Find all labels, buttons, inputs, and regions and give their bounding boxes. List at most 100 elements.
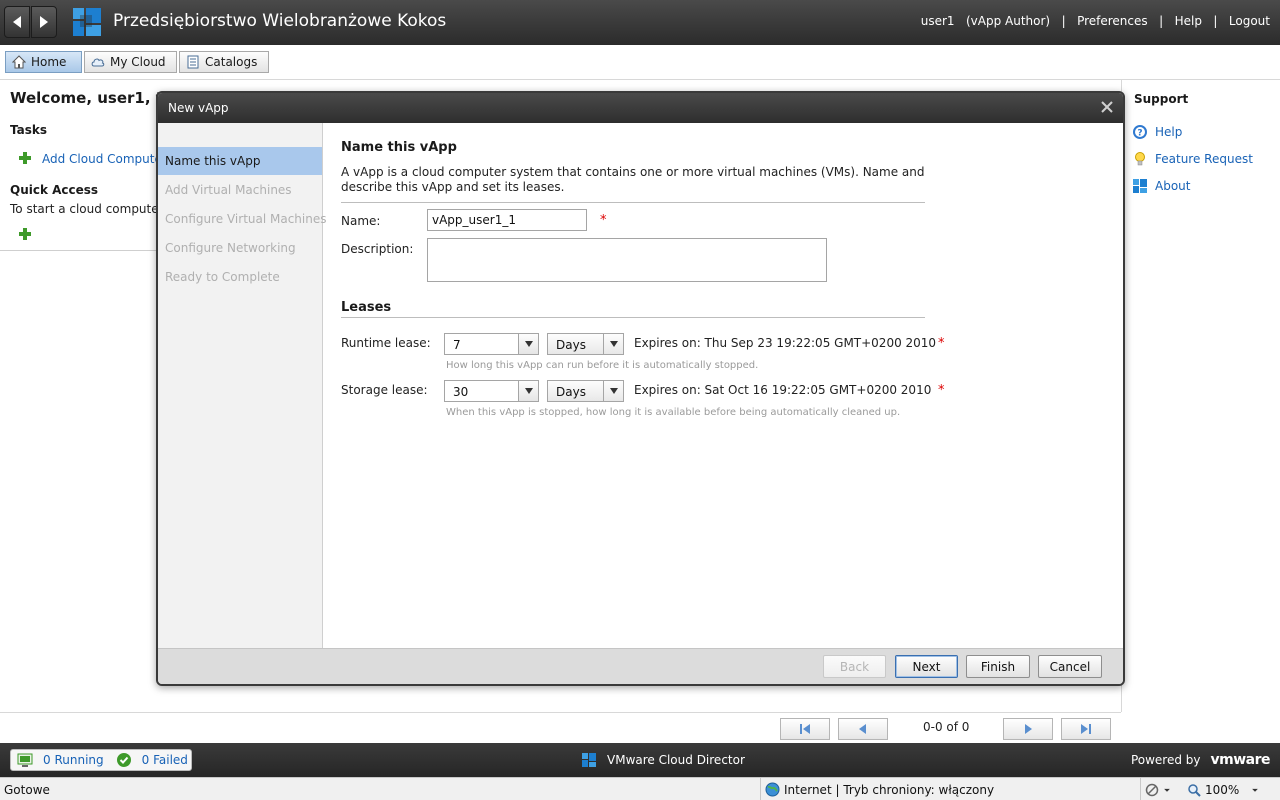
user-name: user1 — [920, 14, 955, 28]
previous-page-button[interactable] — [838, 718, 888, 740]
finish-button[interactable]: Finish — [966, 655, 1030, 678]
protected-mode-icon[interactable] — [1145, 783, 1159, 797]
vm-status-summary: 0 Running 0 Failed — [10, 749, 192, 771]
wizard-step-name-vapp[interactable]: Name this vApp — [158, 147, 322, 175]
runtime-lease-combobox[interactable]: 7 — [444, 333, 539, 355]
quick-access-heading: Quick Access — [10, 183, 99, 197]
tab-catalogs-label: Catalogs — [205, 55, 258, 69]
cancel-button[interactable]: Cancel — [1038, 655, 1102, 678]
tab-my-cloud-label: My Cloud — [110, 55, 166, 69]
security-zone[interactable]: Internet | Tryb chroniony: włączony — [760, 778, 994, 800]
app-footer: 0 Running 0 Failed VMware Cloud Director… — [0, 743, 1280, 777]
new-vapp-dialog: New vApp Name this vApp Add Virtual Mach… — [156, 91, 1125, 686]
storage-expires: Expires on: Sat Oct 16 19:22:05 GMT+0200… — [634, 383, 932, 397]
catalog-icon — [187, 55, 199, 69]
preferences-link[interactable]: Preferences — [1077, 14, 1148, 28]
storage-lease-unit: Days — [556, 385, 586, 399]
wizard-step-configure-vms[interactable]: Configure Virtual Machines — [158, 205, 326, 233]
close-icon[interactable] — [1099, 99, 1115, 115]
powered-by-label: Powered by — [1130, 753, 1201, 767]
last-page-icon — [1081, 724, 1091, 734]
vmware-logo: vmware — [1210, 752, 1271, 768]
help-link[interactable]: Help — [1175, 14, 1202, 28]
support-help-link[interactable]: ? Help — [1132, 124, 1182, 140]
storage-lease-combobox[interactable]: 30 — [444, 380, 539, 402]
add-icon[interactable] — [18, 227, 32, 241]
storage-lease-value: 30 — [453, 385, 469, 399]
runtime-lease-value: 7 — [453, 338, 461, 352]
wizard-step-configure-networking[interactable]: Configure Networking — [158, 234, 322, 262]
support-panel: Support ? Help Feature Request About — [1121, 80, 1280, 712]
help-icon: ? — [1133, 125, 1147, 139]
first-page-button[interactable] — [780, 718, 830, 740]
chevron-down-icon[interactable] — [1163, 783, 1171, 797]
tab-catalogs[interactable]: Catalogs — [179, 51, 269, 73]
product-label: VMware Cloud Director — [607, 753, 745, 767]
previous-page-icon — [859, 724, 866, 734]
storage-lease-unit-select[interactable]: Days — [547, 380, 624, 402]
support-help-label: Help — [1155, 125, 1183, 139]
divider — [0, 250, 160, 251]
pager: 0-0 of 0 — [0, 712, 1121, 743]
back-button[interactable] — [4, 6, 30, 38]
divider — [341, 202, 925, 203]
tasks-heading: Tasks — [10, 123, 48, 137]
tab-home-label: Home — [31, 55, 67, 69]
vcloud-logo-icon — [1133, 179, 1147, 193]
name-field[interactable] — [427, 209, 587, 231]
check-circle-icon — [116, 753, 131, 767]
next-button[interactable]: Next — [895, 655, 958, 678]
failed-count-link[interactable]: 0 Failed — [142, 753, 188, 767]
main-tabs: Home My Cloud Catalogs — [0, 45, 1280, 80]
arrow-left-icon — [13, 16, 21, 28]
dialog-title: New vApp — [168, 101, 229, 115]
user-role: (vApp Author) — [965, 14, 1051, 28]
quick-access-text: To start a cloud computer — [10, 202, 164, 216]
support-heading: Support — [1134, 92, 1189, 106]
zoom-icon — [1188, 783, 1201, 797]
org-title: Przedsiębiorstwo Wielobranżowe Kokos — [113, 11, 447, 31]
chevron-down-icon[interactable] — [1251, 783, 1259, 797]
top-header: Przedsiębiorstwo Wielobranżowe Kokos use… — [0, 0, 1280, 45]
product-name: VMware Cloud Director — [581, 752, 745, 768]
back-button[interactable]: Back — [823, 655, 886, 678]
last-page-button[interactable] — [1061, 718, 1111, 740]
page-indicator: 0-0 of 0 — [923, 720, 970, 734]
cloud-icon — [91, 58, 105, 67]
svg-text:?: ? — [1137, 129, 1142, 139]
home-icon — [12, 55, 26, 69]
about-link[interactable]: About — [1132, 178, 1190, 194]
add-cloud-computer-link[interactable]: Add Cloud Compute — [42, 152, 162, 166]
welcome-heading: Welcome, user1, to — [10, 89, 174, 107]
about-label: About — [1155, 179, 1191, 193]
feature-request-link[interactable]: Feature Request — [1132, 151, 1253, 167]
tab-home[interactable]: Home — [5, 51, 82, 73]
chevron-down-icon[interactable] — [518, 381, 538, 401]
required-indicator: * — [938, 383, 945, 398]
storage-lease-label: Storage lease: — [341, 383, 428, 397]
browser-status-bar: Gotowe Internet | Tryb chroniony: włączo… — [0, 777, 1280, 800]
arrow-right-icon — [40, 16, 48, 28]
forward-button[interactable] — [31, 6, 57, 38]
divider — [341, 317, 925, 318]
tab-my-cloud[interactable]: My Cloud — [84, 51, 177, 73]
next-page-button[interactable] — [1003, 718, 1053, 740]
runtime-lease-label: Runtime lease: — [341, 336, 431, 350]
browser-zoom-controls: 100% — [1140, 778, 1259, 800]
running-count-link[interactable]: 0 Running — [43, 753, 104, 767]
required-indicator: * — [600, 213, 607, 228]
chevron-down-icon[interactable] — [518, 334, 538, 354]
description-field[interactable] — [427, 238, 827, 282]
storage-lease-hint: When this vApp is stopped, how long it i… — [446, 407, 901, 418]
wizard-step-ready[interactable]: Ready to Complete — [158, 263, 322, 291]
section-heading: Name this vApp — [341, 140, 457, 155]
browser-status-text: Gotowe — [4, 783, 50, 797]
name-label: Name: — [341, 214, 381, 228]
runtime-lease-unit-select[interactable]: Days — [547, 333, 624, 355]
wizard-steps: Name this vApp Add Virtual Machines Conf… — [158, 123, 326, 648]
feature-request-label: Feature Request — [1155, 152, 1253, 166]
logout-link[interactable]: Logout — [1229, 14, 1270, 28]
wizard-step-add-vms[interactable]: Add Virtual Machines — [158, 176, 322, 204]
zoom-level[interactable]: 100% — [1205, 783, 1239, 797]
next-page-icon — [1025, 724, 1032, 734]
